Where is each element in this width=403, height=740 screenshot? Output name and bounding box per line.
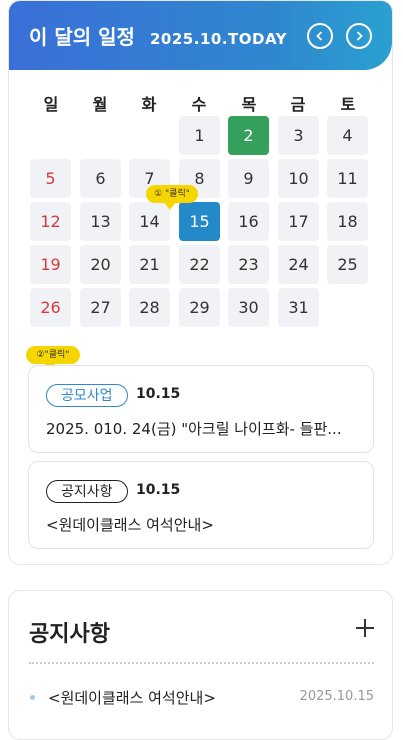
event-tag: 공지사항	[46, 480, 128, 503]
notice-card: 공지사항 <원데이클래스 여석안내> 2025.10.15	[8, 590, 393, 740]
day-cell-selected[interactable]: 15	[179, 202, 220, 241]
event-card[interactable]: 공지사항 10.15 <원데이클래스 여석안내>	[28, 461, 374, 549]
weekday-tue: 화	[141, 95, 157, 114]
day-cell[interactable]: 11	[327, 159, 368, 198]
day-cell[interactable]: 1	[179, 116, 220, 155]
calendar-card: 이 달의 일정 2025.10.TODAY 일 월 화 수 목 금 토 1 2 …	[8, 0, 393, 565]
day-cell[interactable]: 4	[327, 116, 368, 155]
calendar-title: 이 달의 일정	[29, 25, 135, 49]
bullet-icon	[30, 695, 35, 700]
event-title: <원데이클래스 여석안내>	[46, 516, 214, 534]
event-date: 10.15	[136, 482, 181, 498]
day-cell[interactable]: 12	[30, 202, 71, 241]
day-cell[interactable]: 29	[179, 288, 220, 327]
chevron-right-icon	[356, 31, 363, 41]
chevron-left-icon	[316, 31, 323, 41]
day-cell[interactable]: 31	[278, 288, 319, 327]
notice-item-title[interactable]: <원데이클래스 여석안내>	[48, 687, 216, 708]
day-cell[interactable]: 19	[30, 245, 71, 284]
day-cell-today[interactable]: 2	[228, 116, 269, 155]
calendar-date-label: 2025.10.TODAY	[150, 30, 287, 48]
day-cell[interactable]: 16	[228, 202, 269, 241]
notice-title: 공지사항	[29, 622, 110, 647]
click-hint-bubble-1: ① "클릭"	[146, 185, 198, 210]
day-cell[interactable]: 20	[80, 245, 121, 284]
day-cell[interactable]: 13	[80, 202, 121, 241]
next-month-button[interactable]	[346, 23, 372, 49]
day-cell[interactable]: 9	[228, 159, 269, 198]
day-cell[interactable]: 5	[30, 159, 71, 198]
weekday-row: 일 월 화 수 목 금 토	[30, 91, 380, 114]
event-date: 10.15	[136, 386, 181, 402]
weekday-wed: 수	[191, 95, 207, 114]
day-cell[interactable]: 22	[179, 245, 220, 284]
day-cell[interactable]: 3	[278, 116, 319, 155]
day-cell[interactable]: 23	[228, 245, 269, 284]
click-hint-bubble-2: ②"클릭"	[26, 346, 80, 371]
calendar-header: 이 달의 일정 2025.10.TODAY	[9, 1, 392, 70]
day-cell[interactable]: 30	[228, 288, 269, 327]
day-cell[interactable]: 6	[80, 159, 121, 198]
prev-month-button[interactable]	[307, 23, 333, 49]
day-cell[interactable]: 18	[327, 202, 368, 241]
day-cell[interactable]: 17	[278, 202, 319, 241]
day-cell[interactable]: 24	[278, 245, 319, 284]
weekday-mon: 월	[92, 95, 108, 114]
notice-item-date: 2025.10.15	[299, 689, 374, 704]
weekday-sat: 토	[340, 95, 356, 114]
day-cell[interactable]: 21	[129, 245, 170, 284]
day-cell[interactable]: 10	[278, 159, 319, 198]
weekday-fri: 금	[290, 95, 306, 114]
plus-icon[interactable]	[356, 619, 374, 637]
day-cell[interactable]: 25	[327, 245, 368, 284]
weekday-sun: 일	[43, 95, 59, 114]
day-cell[interactable]: 27	[80, 288, 121, 327]
day-cell[interactable]: 26	[30, 288, 71, 327]
calendar-grid: 1 2 3 4 5 6 7 8 9 10 11 12 13 14 15 16 1…	[30, 116, 380, 331]
day-cell[interactable]: 28	[129, 288, 170, 327]
event-tag: 공모사업	[46, 384, 128, 407]
divider	[29, 662, 374, 664]
weekday-thu: 목	[241, 95, 257, 114]
event-card[interactable]: 공모사업 10.15 2025. 010. 24(금) "아크릴 나이프화- 들…	[28, 365, 374, 453]
event-title: 2025. 010. 24(금) "아크릴 나이프화- 들판...	[46, 420, 342, 438]
